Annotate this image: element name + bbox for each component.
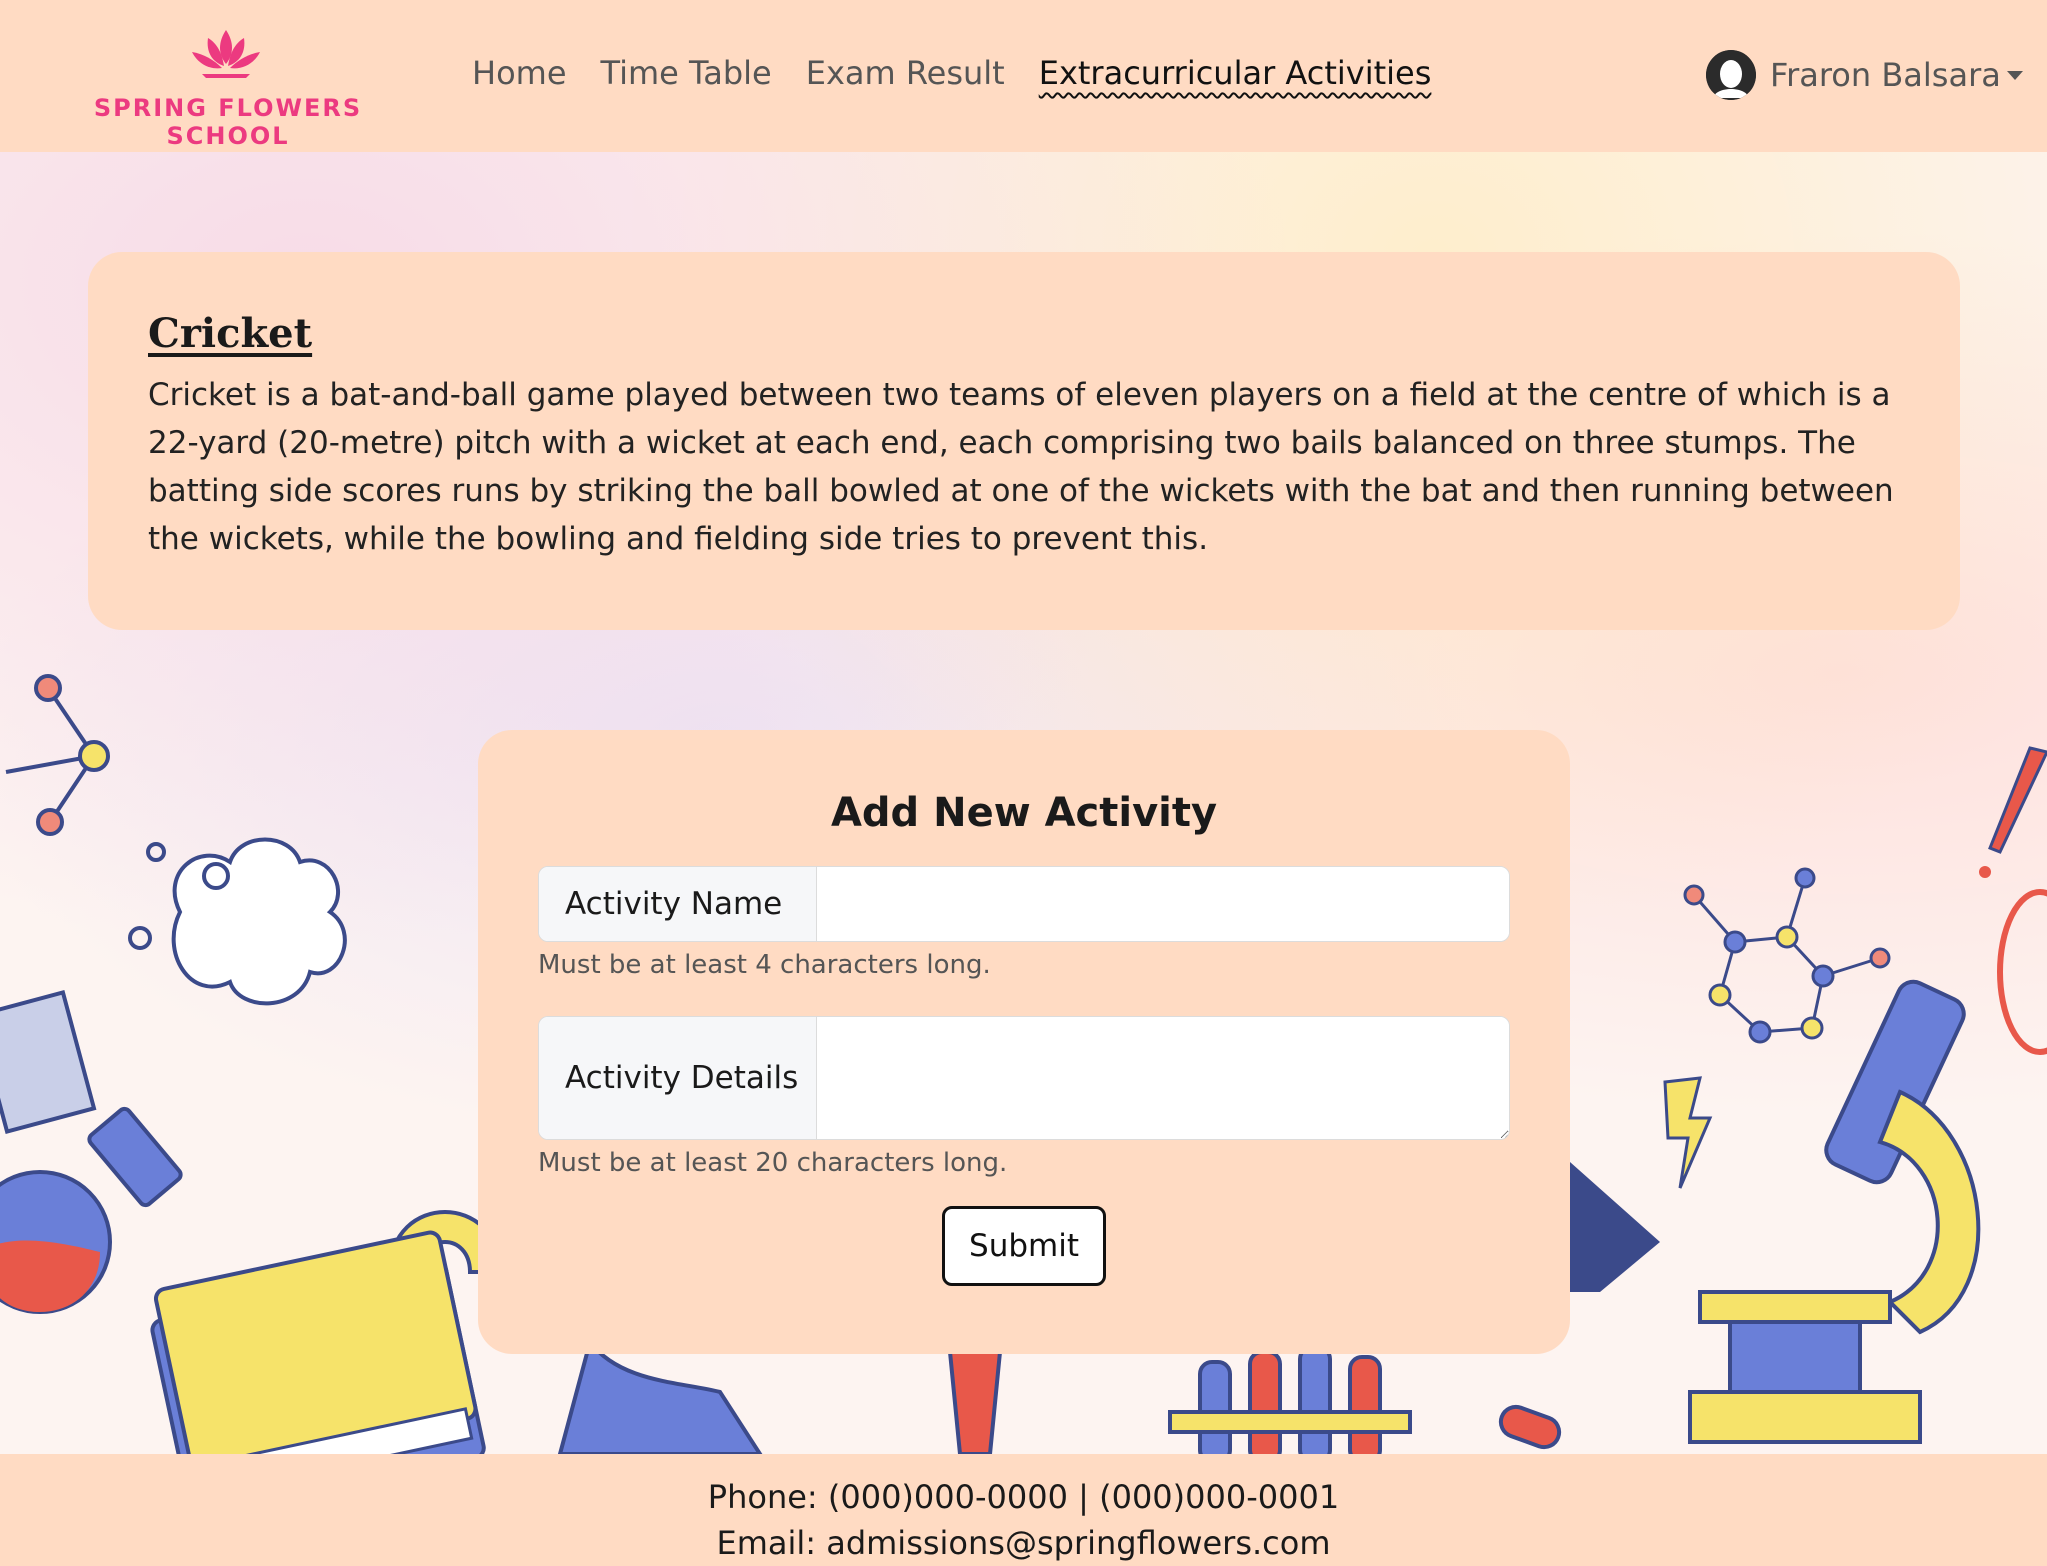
nav-time-table[interactable]: Time Table [601,54,772,104]
footer-email[interactable]: Email: admissions@springflowers.com [0,1520,2047,1566]
brand-name: SPRING FLOWERS SCHOOL [93,94,363,150]
brand-logo-link[interactable]: SPRING FLOWERS SCHOOL [28,28,428,150]
footer-phone: Phone: (000)000-0000 | (000)000-0001 [707,1478,1340,1516]
activity-name-label: Activity Name [539,867,817,941]
user-avatar-icon [1706,50,1756,100]
activity-details-label: Activity Details [539,1017,817,1139]
activity-description: Cricket is a bat-and-ball game played be… [148,377,1894,557]
nav-extracurricular-activities[interactable]: Extracurricular Activities [1039,54,1432,104]
user-name: Fraron Balsara [1770,56,2001,94]
activity-name-input[interactable] [817,867,1509,941]
activity-name-hint: Must be at least 4 characters long. [538,950,991,980]
nav-home[interactable]: Home [472,54,567,104]
nav-exam-result[interactable]: Exam Result [806,54,1005,104]
lotus-flower-icon [192,30,260,78]
form-title: Add New Activity [830,790,1218,836]
caret-down-icon [2006,70,2023,80]
footer: Phone: (000)000-0000 | (000)000-0001 Ema… [0,1454,2047,1566]
activity-details-textarea[interactable] [817,1017,1509,1139]
activity-details-hint: Must be at least 20 characters long. [538,1148,1008,1178]
submit-wrapper: Submit [538,1206,1510,1286]
add-activity-form: Add New Activity Activity Name Must be a… [478,730,1570,1354]
activity-card: Cricket Cricket is a bat-and-ball game p… [88,252,1960,630]
activity-title: Cricket [148,310,313,357]
main-nav: Home Time Table Exam Result Extracurricu… [472,54,1465,104]
activity-details-group: Activity Details [538,1016,1510,1140]
navbar: SPRING FLOWERS SCHOOL Home Time Table Ex… [0,0,2047,152]
user-dropdown-toggle[interactable]: Fraron Balsara [1706,50,2023,100]
activity-name-group: Activity Name [538,866,1510,942]
submit-button[interactable]: Submit [942,1206,1106,1286]
